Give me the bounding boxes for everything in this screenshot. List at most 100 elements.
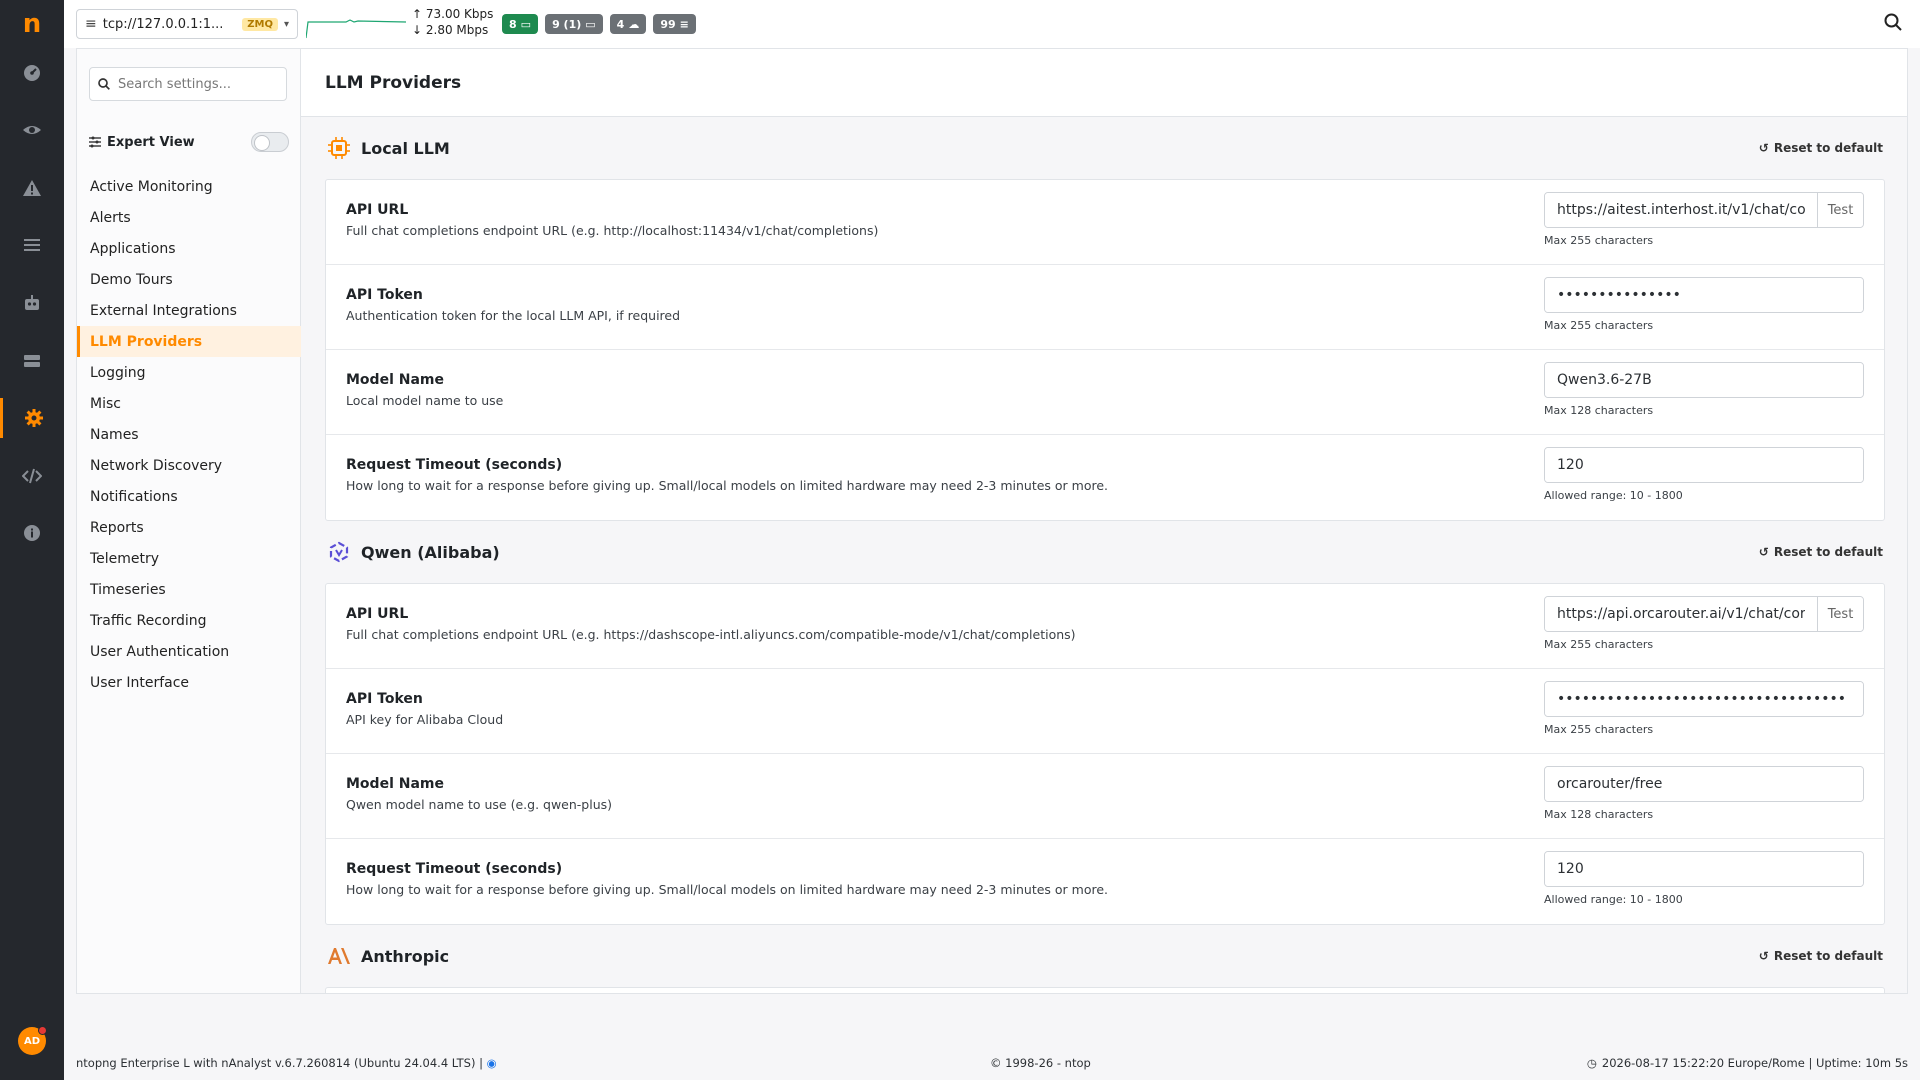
badge-count: 4	[616, 17, 625, 31]
menu-icon: ≡	[85, 16, 97, 32]
field-hint: Max 255 characters	[1544, 638, 1654, 651]
sidebar-item-applications[interactable]: Applications	[77, 233, 301, 264]
settings-rows: API URL Full chat completions endpoint UR…	[325, 583, 1885, 925]
test-button[interactable]: Test	[1817, 597, 1863, 631]
expert-view-row: Expert View	[89, 131, 289, 153]
setting-description: Full chat completions endpoint URL (e.g.…	[346, 627, 1076, 642]
code-icon[interactable]	[0, 456, 64, 496]
settings-search-input[interactable]	[118, 76, 278, 92]
devices-badge[interactable]: 9 (1) ▭	[545, 14, 603, 34]
reset-to-default-button[interactable]: ↺ Reset to default	[1759, 949, 1883, 963]
sidebar-item-misc[interactable]: Misc	[77, 388, 301, 419]
footer-clock-text: 2026-08-17 15:22:20 Europe/Rome | Uptime…	[1601, 1056, 1908, 1070]
cloud-badge[interactable]: 4 ☁	[609, 14, 647, 34]
badge-count: 8	[509, 17, 517, 31]
setting-title: API Token	[346, 287, 423, 303]
setting-title: API Token	[346, 691, 423, 707]
sidebar-item-external-integrations[interactable]: External Integrations	[77, 295, 301, 326]
sidebar-item-llm-providers[interactable]: LLM Providers	[77, 326, 301, 357]
alert-icon[interactable]	[0, 168, 64, 208]
setting-description: Qwen model name to use (e.g. qwen-plus)	[346, 797, 613, 812]
settings-category-list: Active Monitoring Alerts Applications Demo …	[77, 171, 301, 698]
badge-count: 99	[660, 17, 676, 31]
api-url-input[interactable]	[1545, 597, 1817, 631]
section-header: Local LLM ↺ Reset to default	[325, 117, 1885, 179]
sidebar-item-reports[interactable]: Reports	[77, 512, 301, 543]
api-url-input[interactable]	[1545, 193, 1817, 227]
setting-control: Test Max 255 characters	[1544, 192, 1864, 247]
settings-rows: API URLTest	[325, 987, 1885, 993]
interface-selector[interactable]: ≡ tcp://127.0.0.1:1... ZMQ ▾	[76, 9, 298, 39]
setting-title: API URL	[346, 202, 409, 218]
setting-row: API Token Authentication token for the lo…	[326, 265, 1884, 350]
ntop-logo[interactable]: n	[0, 8, 64, 40]
field-hint: Max 255 characters	[1544, 723, 1654, 736]
api-token-input[interactable]	[1545, 278, 1863, 312]
section-header: Anthropic ↺ Reset to default	[325, 925, 1885, 987]
setting-description: Local model name to use	[346, 393, 504, 408]
nav-rail: n AD	[0, 0, 64, 1080]
sidebar-item-user-interface[interactable]: User Interface	[77, 667, 301, 698]
footer: ntopng Enterprise L with nAnalyst v.6.7.…	[76, 1052, 1908, 1076]
hosts-badge[interactable]: 8 ▭	[502, 14, 539, 34]
reset-to-default-button[interactable]: ↺ Reset to default	[1759, 141, 1883, 155]
expert-view-toggle[interactable]	[251, 132, 289, 152]
sidebar-item-names[interactable]: Names	[77, 419, 301, 450]
eye-icon[interactable]	[0, 110, 64, 150]
sidebar-item-demo-tours[interactable]: Demo Tours	[77, 264, 301, 295]
reset-to-default-button[interactable]: ↺ Reset to default	[1759, 545, 1883, 559]
qwen-icon	[327, 540, 351, 564]
setting-title: Model Name	[346, 372, 444, 388]
sidebar-item-user-authentication[interactable]: User Authentication	[77, 636, 301, 667]
setting-control: Max 255 characters	[1544, 277, 1864, 332]
list-icon[interactable]	[0, 225, 64, 265]
sidebar-item-timeseries[interactable]: Timeseries	[77, 574, 301, 605]
setting-control: Max 128 characters	[1544, 362, 1864, 417]
setting-row: Request Timeout (seconds) How long to wai…	[326, 435, 1884, 520]
robot-icon[interactable]	[0, 283, 64, 323]
request-timeout-seconds-input[interactable]	[1545, 852, 1863, 886]
test-button[interactable]: Test	[1817, 193, 1863, 227]
setting-title: Request Timeout (seconds)	[346, 457, 563, 473]
info-icon[interactable]	[0, 513, 64, 553]
dashboard-icon[interactable]	[0, 53, 64, 93]
settings-content: LLM Providers Local LLM ↺ Reset to default…	[301, 49, 1907, 993]
setting-info: Request Timeout (seconds) How long to wai…	[346, 861, 1108, 897]
user-avatar[interactable]: AD	[18, 1026, 47, 1055]
reset-icon: ↺	[1758, 949, 1769, 963]
interface-tag: ZMQ	[242, 17, 278, 31]
upload-rate: 73.00 Kbps	[425, 7, 494, 21]
setting-row: API URL Full chat completions endpoint UR…	[326, 584, 1884, 669]
expert-view-label: Expert View	[107, 134, 195, 150]
avatar-initials: AD	[23, 1035, 41, 1047]
interface-name: tcp://127.0.0.1:1...	[102, 16, 224, 32]
setting-control: Max 128 characters	[1544, 766, 1864, 821]
top-bar: ≡ tcp://127.0.0.1:1... ZMQ ▾ ↑ 73.00 Kbp…	[64, 0, 1920, 48]
request-timeout-seconds-input[interactable]	[1545, 448, 1863, 482]
sidebar-item-logging[interactable]: Logging	[77, 357, 301, 388]
page-title: LLM Providers	[301, 49, 1907, 117]
api-token-input[interactable]	[1545, 682, 1863, 716]
sidebar-item-active-monitoring[interactable]: Active Monitoring	[77, 171, 301, 202]
cloud-icon: ☁	[628, 17, 640, 31]
model-name-input[interactable]	[1545, 767, 1863, 801]
server-icon[interactable]	[0, 341, 64, 381]
settings-search[interactable]	[89, 67, 287, 101]
sidebar-item-notifications[interactable]: Notifications	[77, 481, 301, 512]
notification-dot	[38, 1026, 47, 1035]
github-icon[interactable]: ◉	[487, 1056, 497, 1070]
setting-info: Model Name Local model name to use	[346, 372, 503, 408]
download-arrow-icon: ↓	[412, 23, 423, 37]
sidebar-item-network-discovery[interactable]: Network Discovery	[77, 450, 301, 481]
setting-control: Allowed range: 10 - 1800	[1544, 851, 1864, 906]
gear-icon[interactable]	[0, 398, 64, 438]
field-hint: Max 255 characters	[1544, 234, 1654, 247]
flows-badge[interactable]: 99 ≡	[653, 14, 696, 34]
section-title: Local LLM	[361, 138, 450, 158]
sidebar-item-telemetry[interactable]: Telemetry	[77, 543, 301, 574]
footer-version-text: ntopng Enterprise L with nAnalyst v.6.7.…	[76, 1056, 483, 1070]
sidebar-item-alerts[interactable]: Alerts	[77, 202, 301, 233]
sidebar-item-traffic-recording[interactable]: Traffic Recording	[77, 605, 301, 636]
search-icon[interactable]	[1884, 13, 1902, 35]
model-name-input[interactable]	[1545, 363, 1863, 397]
